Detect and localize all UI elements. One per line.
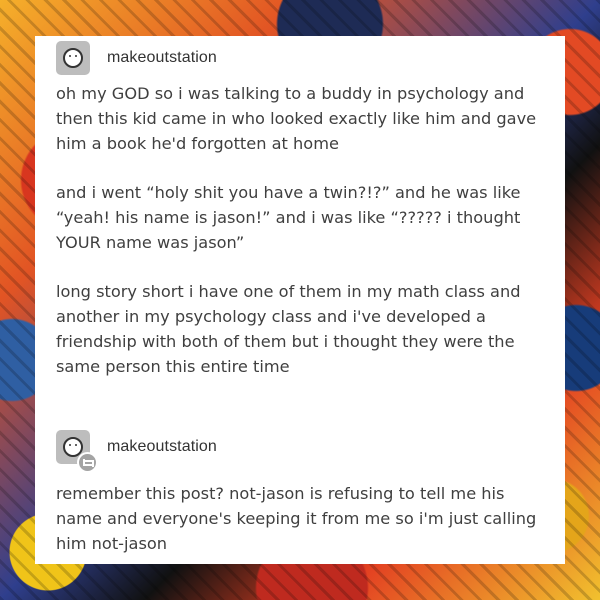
post-body: remember this post? not-jason is refusin…: [56, 481, 548, 580]
post-card: makeoutstation oh my GOD so i was talkin…: [35, 36, 565, 564]
avatar[interactable]: [56, 430, 98, 473]
post-paragraph: oh my GOD so i was talking to a buddy in…: [56, 84, 537, 153]
reblog-icon: [77, 452, 98, 473]
username[interactable]: makeoutstation: [107, 48, 217, 68]
username[interactable]: makeoutstation: [107, 437, 217, 457]
smiley-face-icon: [63, 48, 83, 68]
post-paragraph: and i went “holy shit you have a twin?!?…: [56, 183, 521, 252]
post-paragraph: long story short i have one of them in m…: [56, 282, 521, 376]
post-header: makeoutstation: [56, 41, 217, 75]
avatar[interactable]: [56, 41, 90, 75]
post-header: makeoutstation: [56, 430, 217, 473]
post-body: oh my GOD so i was talking to a buddy in…: [56, 81, 548, 403]
post-paragraph: remember this post? not-jason is refusin…: [56, 484, 537, 553]
